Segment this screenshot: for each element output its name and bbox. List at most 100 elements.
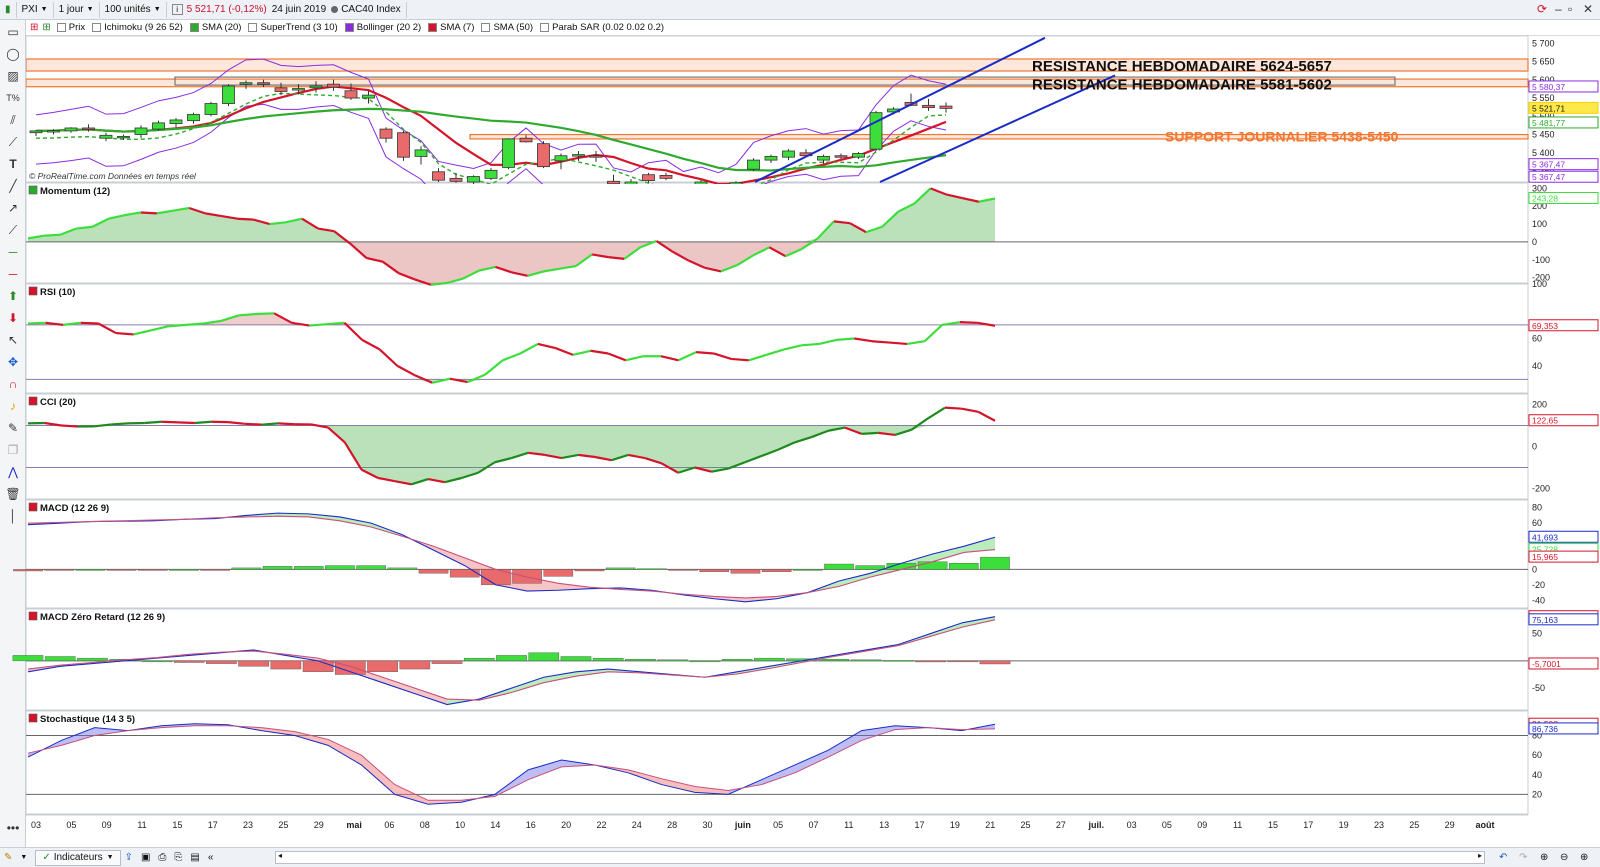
candle xyxy=(397,132,410,158)
rsi-line xyxy=(801,342,820,347)
rsi-line xyxy=(115,331,134,336)
macd-zero-retard-histogram-bar xyxy=(947,660,979,663)
zoom-out-icon[interactable]: ⊖ xyxy=(1556,852,1572,863)
x-axis-label: 08 xyxy=(420,820,430,830)
redo-icon[interactable]: ↷ xyxy=(1515,852,1531,863)
candle xyxy=(327,83,340,88)
panel-axis-tick: 80 xyxy=(1532,503,1542,513)
candle xyxy=(747,159,760,170)
stochastic-fill xyxy=(794,750,829,773)
rsi-line xyxy=(309,323,327,327)
price-axis-tick: 5 450 xyxy=(1532,130,1555,140)
panel-tag: 69,353 xyxy=(1532,321,1558,331)
x-axis-label: 09 xyxy=(102,820,112,830)
price-axis-tick: 5 550 xyxy=(1532,93,1555,103)
chart-area[interactable]: RESISTANCE HEBDOMADAIRE 5624-5657RESISTA… xyxy=(0,0,1600,847)
macd-histogram-bar xyxy=(387,567,418,570)
cci-line xyxy=(61,424,79,428)
cci-line xyxy=(944,406,962,410)
macd-zero-retard-fill xyxy=(414,688,448,705)
zoom-in-icon[interactable]: ⊕ xyxy=(1576,852,1592,863)
scroll-left-icon[interactable]: ◂ xyxy=(278,851,282,860)
collapse-icon[interactable]: « xyxy=(204,852,218,863)
panel-axis-tick: 200 xyxy=(1532,400,1547,410)
scroll-right-icon[interactable]: ▸ xyxy=(1478,851,1482,860)
macd-zero-retard-histogram-bar xyxy=(399,660,431,670)
panel-tag: 86,736 xyxy=(1532,724,1558,734)
rsi-line xyxy=(343,322,363,341)
panel-axis-tick: 100 xyxy=(1532,279,1547,289)
x-axis-label: 05 xyxy=(773,820,783,830)
price-axis-tick: 5 650 xyxy=(1532,57,1555,67)
x-axis-label: 21 xyxy=(985,820,995,830)
price-panel: RESISTANCE HEBDOMADAIRE 5624-5657RESISTA… xyxy=(26,36,1529,184)
undo-icon[interactable]: ↶ xyxy=(1495,852,1511,863)
indicators-icon: ✓ xyxy=(42,852,51,863)
chevron-down-icon[interactable]: ▼ xyxy=(16,854,31,861)
rsi-line xyxy=(731,357,749,362)
cci-line xyxy=(278,422,295,426)
stochastic-fill xyxy=(328,739,362,765)
macd-zero-retard-histogram-bar xyxy=(850,659,882,662)
x-axis-label: 25 xyxy=(1021,820,1031,830)
candle xyxy=(642,174,655,181)
layout-icon[interactable]: ▣ xyxy=(137,852,154,863)
cci-line xyxy=(961,407,979,413)
panel-settings-icon xyxy=(28,396,38,406)
x-axis-label: 17 xyxy=(915,820,925,830)
momentum-line xyxy=(44,233,61,237)
candle xyxy=(99,134,113,139)
price-axis-tick: 5 700 xyxy=(1532,38,1555,48)
macd-zero-retard-histogram-bar xyxy=(560,656,592,662)
x-axis-label: 11 xyxy=(844,820,853,830)
macd-histogram-bar xyxy=(730,569,761,574)
rsi-line xyxy=(326,321,345,326)
rsi-line xyxy=(836,337,855,341)
macd-zero-retard-histogram-bar xyxy=(12,655,44,662)
rsi-line xyxy=(959,321,978,324)
candle xyxy=(152,122,165,130)
rsi-line xyxy=(378,348,398,367)
pen-icon[interactable]: ✎ xyxy=(0,852,16,863)
macd-line xyxy=(27,512,996,603)
panel-tag: 75,163 xyxy=(1532,615,1558,625)
candle xyxy=(624,181,638,184)
price-tag: 5 521,71 xyxy=(1532,103,1565,113)
macd-zero-retard-histogram-bar xyxy=(915,660,946,663)
candle xyxy=(922,104,935,108)
rsi-line xyxy=(519,342,539,355)
export-icon[interactable]: ⎘ xyxy=(170,852,186,863)
macd-histogram-bar xyxy=(325,565,355,570)
macd-zero-retard-histogram-bar xyxy=(754,657,785,662)
cci-line xyxy=(261,422,279,426)
template-icon[interactable]: ▤ xyxy=(186,852,203,863)
panel-tag: -5,7001 xyxy=(1532,659,1561,669)
macd-zero-retard-histogram-bar xyxy=(818,659,850,662)
rsi-line xyxy=(783,344,802,351)
candle xyxy=(187,114,200,122)
x-axis-label: 09 xyxy=(1197,820,1207,830)
macd-histogram-bar xyxy=(949,563,979,570)
candle xyxy=(257,82,270,85)
macd-zero-retard-histogram-bar xyxy=(238,660,269,667)
zoom-reset-icon[interactable]: ⊕ xyxy=(1536,852,1552,863)
macd-histogram-bar xyxy=(543,569,574,577)
candle xyxy=(344,90,358,99)
rsi-line xyxy=(906,340,925,346)
share-icon[interactable]: ⇪ xyxy=(121,852,137,863)
macd-histogram-bar xyxy=(699,569,730,572)
rsi-line xyxy=(27,321,46,325)
candle xyxy=(239,82,253,85)
rsi-line xyxy=(590,349,609,355)
macd-histogram-bar xyxy=(761,569,792,572)
panel-settings-icon xyxy=(28,611,38,621)
rsi-line xyxy=(766,348,785,356)
x-axis-label: août xyxy=(1476,820,1495,830)
macd-histogram-bar xyxy=(668,569,698,571)
panel-tag: 15,965 xyxy=(1532,552,1558,562)
x-axis-label: 10 xyxy=(455,820,465,830)
macd-histogram-bar xyxy=(855,565,886,570)
print-icon[interactable]: ⎙ xyxy=(154,852,170,863)
indicators-button[interactable]: ✓ Indicateurs ▼ xyxy=(35,849,121,866)
time-scrollbar[interactable]: ◂ ▸ xyxy=(275,851,1485,864)
